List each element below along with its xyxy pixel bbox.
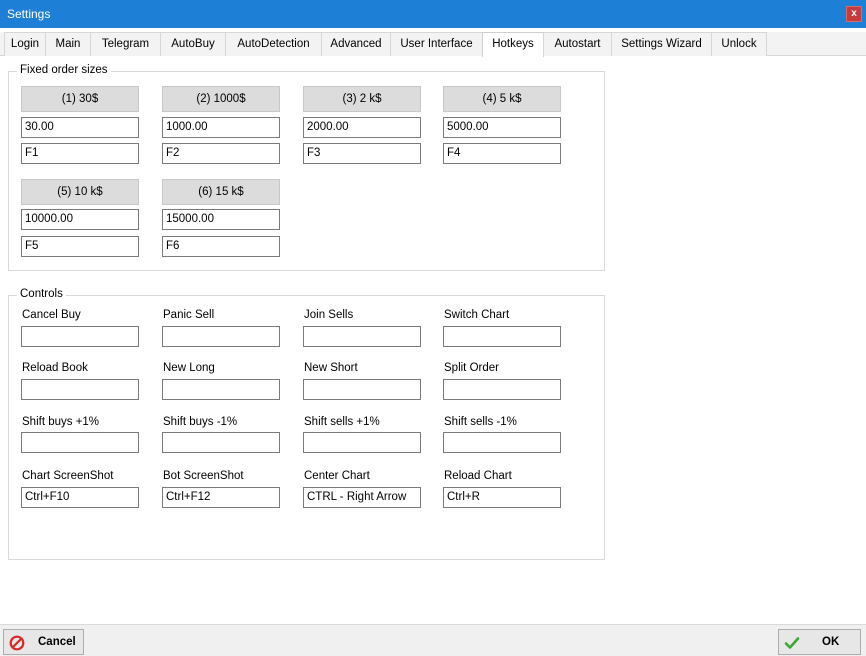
hotkey-field-shift-sells-up[interactable]	[303, 432, 421, 453]
order-size-button-6[interactable]: (6) 15 k$	[162, 179, 280, 205]
control-label-chart-screenshot: Chart ScreenShot	[22, 470, 114, 482]
order-size-amount-2[interactable]: 1000.00	[162, 117, 280, 138]
order-size-button-1[interactable]: (1) 30$	[21, 86, 139, 112]
control-label-shift-sells-up: Shift sells +1%	[304, 416, 380, 428]
order-size-hotkey-5[interactable]: F5	[21, 236, 139, 257]
hotkey-field-shift-buys-down[interactable]	[162, 432, 280, 453]
checkmark-icon	[784, 637, 800, 649]
control-label-bot-screenshot: Bot ScreenShot	[163, 470, 244, 482]
order-size-button-3[interactable]: (3) 2 k$	[303, 86, 421, 112]
cancel-button-label: Cancel	[38, 636, 76, 648]
order-size-hotkey-3[interactable]: F3	[303, 143, 421, 164]
ok-button[interactable]: OK	[778, 629, 861, 655]
hotkey-field-panic-sell[interactable]	[162, 326, 280, 347]
control-label-cancel-buy: Cancel Buy	[22, 309, 81, 321]
tab-settings-wizard[interactable]: Settings Wizard	[611, 32, 712, 56]
order-size-button-5[interactable]: (5) 10 k$	[21, 179, 139, 205]
ok-button-label: OK	[822, 636, 840, 648]
order-size-amount-1[interactable]: 30.00	[21, 117, 139, 138]
order-size-hotkey-4[interactable]: F4	[443, 143, 561, 164]
dialog-button-bar: Cancel OK	[0, 624, 866, 656]
tab-autostart[interactable]: Autostart	[543, 32, 612, 56]
control-label-shift-buys-up: Shift buys +1%	[22, 416, 100, 428]
tab-main[interactable]: Main	[45, 32, 91, 56]
control-label-new-short: New Short	[304, 362, 358, 374]
tab-user-interface[interactable]: User Interface	[390, 32, 483, 56]
hotkey-field-reload-book[interactable]	[21, 379, 139, 400]
hotkey-field-new-long[interactable]	[162, 379, 280, 400]
order-size-hotkey-2[interactable]: F2	[162, 143, 280, 164]
cancel-button[interactable]: Cancel	[3, 629, 84, 655]
hotkey-field-chart-screenshot[interactable]: Ctrl+F10	[21, 487, 139, 508]
tab-autodetection[interactable]: AutoDetection	[225, 32, 322, 56]
hotkey-field-switch-chart[interactable]	[443, 326, 561, 347]
hotkey-field-shift-sells-down[interactable]	[443, 432, 561, 453]
control-label-shift-sells-down: Shift sells -1%	[444, 416, 517, 428]
order-size-amount-5[interactable]: 10000.00	[21, 209, 139, 230]
tab-telegram[interactable]: Telegram	[90, 32, 161, 56]
control-label-reload-book: Reload Book	[22, 362, 88, 374]
order-size-amount-4[interactable]: 5000.00	[443, 117, 561, 138]
hotkey-field-new-short[interactable]	[303, 379, 421, 400]
fixed-order-sizes-legend: Fixed order sizes	[17, 64, 111, 76]
control-label-shift-buys-down: Shift buys -1%	[163, 416, 238, 428]
hotkey-field-shift-buys-up[interactable]	[21, 432, 139, 453]
hotkey-field-cancel-buy[interactable]	[21, 326, 139, 347]
tab-bar: Login Main Telegram AutoBuy AutoDetectio…	[0, 32, 866, 57]
tab-login[interactable]: Login	[4, 32, 46, 56]
hotkey-field-join-sells[interactable]	[303, 326, 421, 347]
title-bar: Settings x	[0, 0, 866, 28]
control-label-panic-sell: Panic Sell	[163, 309, 215, 321]
cancel-icon	[9, 635, 25, 651]
hotkey-field-center-chart[interactable]: CTRL - Right Arrow	[303, 487, 421, 508]
close-button[interactable]: x	[846, 6, 862, 22]
tab-hotkeys[interactable]: Hotkeys	[482, 32, 544, 57]
control-label-reload-chart: Reload Chart	[444, 470, 512, 482]
order-size-button-2[interactable]: (2) 1000$	[162, 86, 280, 112]
control-label-split-order: Split Order	[444, 362, 499, 374]
order-size-amount-3[interactable]: 2000.00	[303, 117, 421, 138]
hotkey-field-reload-chart[interactable]: Ctrl+R	[443, 487, 561, 508]
hotkey-field-bot-screenshot[interactable]: Ctrl+F12	[162, 487, 280, 508]
tab-advanced[interactable]: Advanced	[321, 32, 391, 56]
order-size-amount-6[interactable]: 15000.00	[162, 209, 280, 230]
order-size-button-4[interactable]: (4) 5 k$	[443, 86, 561, 112]
tab-autobuy[interactable]: AutoBuy	[160, 32, 226, 56]
control-label-switch-chart: Switch Chart	[444, 309, 510, 321]
controls-legend: Controls	[17, 288, 66, 300]
hotkey-field-split-order[interactable]	[443, 379, 561, 400]
order-size-hotkey-1[interactable]: F1	[21, 143, 139, 164]
control-label-new-long: New Long	[163, 362, 215, 374]
order-size-hotkey-6[interactable]: F6	[162, 236, 280, 257]
tab-unlock[interactable]: Unlock	[711, 32, 767, 56]
control-label-center-chart: Center Chart	[304, 470, 370, 482]
control-label-join-sells: Join Sells	[304, 309, 354, 321]
window-title: Settings	[7, 7, 51, 21]
